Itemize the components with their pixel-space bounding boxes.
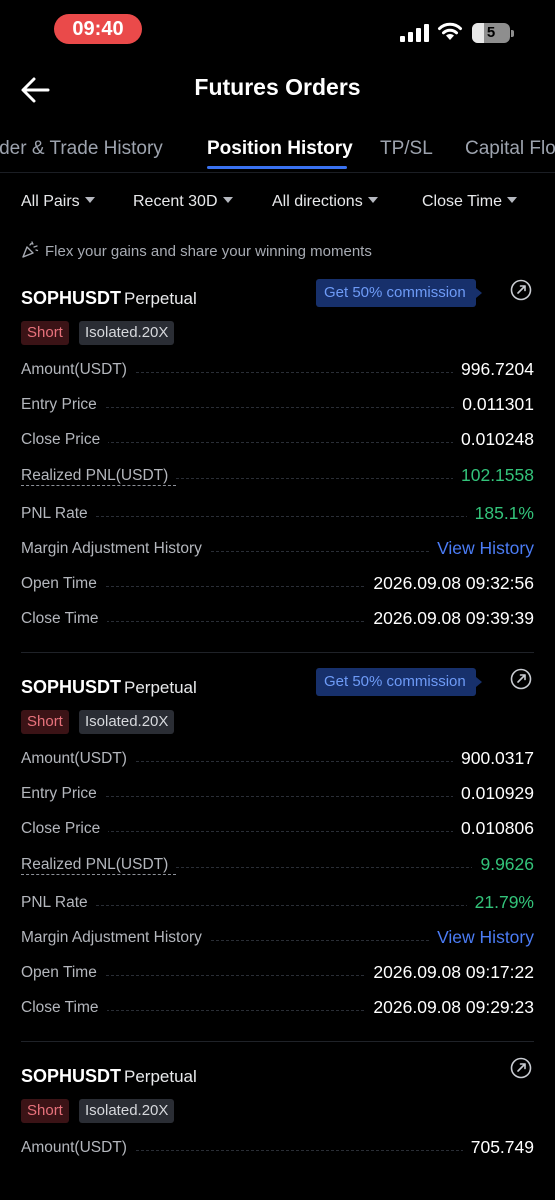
row-amount: Amount(USDT) 705.749	[21, 1137, 534, 1158]
battery-tip	[511, 30, 514, 37]
row-entry-price: Entry Price 0.011301	[21, 394, 534, 415]
realized-pnl-value: 102.1558	[453, 465, 534, 486]
row-open-time: Open Time 2026.09.08 09:17:22	[21, 962, 534, 983]
commission-badge[interactable]: Get 50% commission	[316, 279, 482, 307]
position-symbol[interactable]: SOPHUSDT Perpetual	[21, 1066, 197, 1087]
party-popper-icon	[22, 241, 39, 258]
row-close-time: Close Time 2026.09.08 09:39:39	[21, 608, 534, 629]
caret-down-icon	[507, 196, 518, 203]
share-icon[interactable]	[510, 279, 532, 301]
close-time-value: 2026.09.08 09:39:39	[365, 608, 534, 629]
share-icon[interactable]	[510, 668, 532, 690]
caret-down-icon	[84, 196, 95, 203]
open-time-value: 2026.09.08 09:17:22	[365, 962, 534, 983]
pnl-rate-value: 185.1%	[466, 503, 534, 524]
row-amount: Amount(USDT) 996.7204	[21, 359, 534, 380]
row-realized-pnl: Realized PNL(USDT) 102.1558	[21, 465, 534, 489]
filter-pairs[interactable]: All Pairs	[21, 193, 95, 211]
margin-mode-tag: Isolated.20X	[79, 1099, 175, 1123]
tab-capital-flow[interactable]: Capital Flow	[465, 138, 555, 160]
direction-tag: Short	[21, 710, 69, 734]
card-divider	[21, 1041, 534, 1042]
tab-order-trade-history[interactable]: Order & Trade History	[0, 138, 163, 160]
status-time: 09:40	[54, 14, 142, 44]
amount-value: 996.7204	[453, 359, 534, 380]
row-pnl-rate: PNL Rate 185.1%	[21, 503, 534, 524]
tab-bar: Order & Trade History Position History T…	[0, 132, 555, 172]
filter-period[interactable]: Recent 30D	[133, 193, 233, 211]
close-price-value: 0.010806	[453, 818, 534, 839]
active-tab-indicator	[207, 166, 347, 169]
battery-level: 5	[486, 24, 496, 41]
divider	[0, 172, 555, 173]
view-history-link[interactable]: View History	[429, 538, 534, 559]
battery-icon: 5	[472, 23, 510, 43]
row-pnl-rate: PNL Rate 21.79%	[21, 892, 534, 913]
amount-value: 705.749	[462, 1137, 534, 1158]
filter-direction[interactable]: All directions	[272, 193, 378, 211]
filter-sort-time[interactable]: Close Time	[422, 193, 518, 211]
position-symbol[interactable]: SOPHUSDT Perpetual	[21, 288, 197, 309]
open-time-value: 2026.09.08 09:32:56	[365, 573, 534, 594]
row-open-time: Open Time 2026.09.08 09:32:56	[21, 573, 534, 594]
pnl-rate-value: 21.79%	[466, 892, 534, 913]
caret-down-icon	[222, 196, 233, 203]
row-margin-history: Margin Adjustment History View History	[21, 538, 534, 559]
cellular-signal-icon	[400, 24, 430, 42]
close-price-value: 0.010248	[453, 429, 534, 450]
row-close-price: Close Price 0.010806	[21, 818, 534, 839]
status-bar: 09:40 5	[0, 0, 555, 58]
entry-price-value: 0.010929	[453, 783, 534, 804]
caret-down-icon	[367, 196, 378, 203]
share-icon[interactable]	[510, 1057, 532, 1079]
row-entry-price: Entry Price 0.010929	[21, 783, 534, 804]
tab-position-history[interactable]: Position History	[207, 138, 353, 160]
row-amount: Amount(USDT) 900.0317	[21, 748, 534, 769]
realized-pnl-label[interactable]: Realized PNL(USDT)	[21, 467, 177, 486]
margin-mode-tag: Isolated.20X	[79, 710, 175, 734]
tab-tp-sl[interactable]: TP/SL	[380, 138, 433, 160]
commission-badge[interactable]: Get 50% commission	[316, 668, 482, 696]
direction-tag: Short	[21, 321, 69, 345]
entry-price-value: 0.011301	[454, 394, 534, 415]
row-close-price: Close Price 0.010248	[21, 429, 534, 450]
amount-value: 900.0317	[453, 748, 534, 769]
realized-pnl-value: 9.9626	[472, 854, 534, 875]
row-realized-pnl: Realized PNL(USDT) 9.9626	[21, 854, 534, 878]
realized-pnl-label[interactable]: Realized PNL(USDT)	[21, 856, 177, 875]
position-symbol[interactable]: SOPHUSDT Perpetual	[21, 677, 197, 698]
margin-mode-tag: Isolated.20X	[79, 321, 175, 345]
card-divider	[21, 652, 534, 653]
close-time-value: 2026.09.08 09:29:23	[365, 997, 534, 1018]
view-history-link[interactable]: View History	[429, 927, 534, 948]
page-title: Futures Orders	[194, 74, 361, 100]
row-close-time: Close Time 2026.09.08 09:29:23	[21, 997, 534, 1018]
flex-banner[interactable]: Flex your gains and share your winning m…	[21, 241, 372, 260]
wifi-icon	[438, 22, 462, 40]
row-margin-history: Margin Adjustment History View History	[21, 927, 534, 948]
direction-tag: Short	[21, 1099, 69, 1123]
